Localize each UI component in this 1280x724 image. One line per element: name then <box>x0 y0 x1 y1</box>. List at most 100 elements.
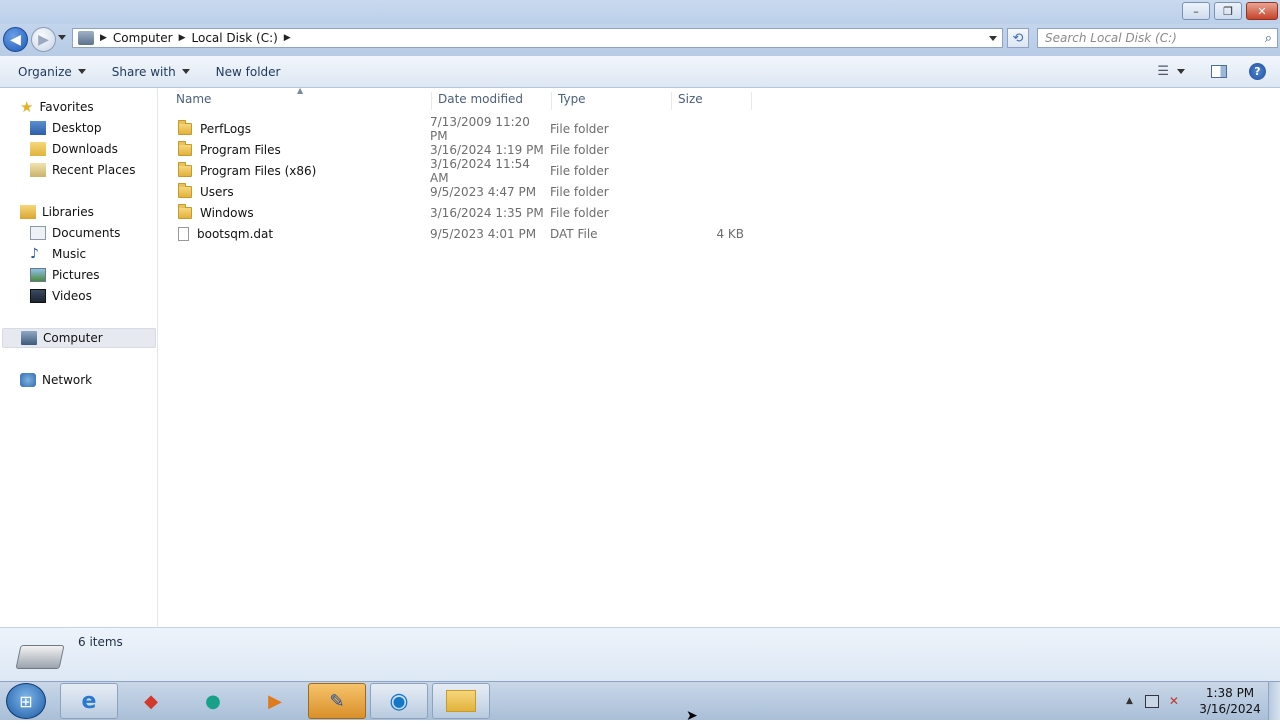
share-with-button[interactable]: Share with <box>102 65 200 79</box>
sidebar-label: Recent Places <box>52 163 136 177</box>
sidebar-item-videos[interactable]: Videos <box>30 286 92 306</box>
breadcrumb-separator-icon[interactable]: ▶ <box>179 33 186 43</box>
file-type: File folder <box>550 122 609 136</box>
sidebar-item-recent-places[interactable]: Recent Places <box>30 160 135 180</box>
help-button[interactable]: ? <box>1249 63 1266 80</box>
windows-logo-icon: ⊞ <box>19 691 33 711</box>
new-folder-button[interactable]: New folder <box>206 65 291 79</box>
taskbar-clock[interactable]: 1:38 PM 3/16/2024 <box>1196 685 1264 717</box>
file-row[interactable]: Program Files (x86) 3/16/2024 11:54 AM F… <box>170 157 755 185</box>
file-type: DAT File <box>550 227 598 241</box>
file-size: 4 KB <box>716 227 744 241</box>
file-type: File folder <box>550 164 609 178</box>
start-button[interactable]: ⊞ <box>6 683 46 719</box>
file-type: File folder <box>550 185 609 199</box>
pictures-icon <box>30 268 46 282</box>
libraries-icon <box>20 205 36 219</box>
change-view-button[interactable]: ☰ <box>1157 64 1185 79</box>
sidebar-item-documents[interactable]: Documents <box>30 223 120 243</box>
search-input[interactable] <box>1045 31 1255 45</box>
sidebar-item-network[interactable]: Network <box>20 370 92 390</box>
command-bar: Organize Share with New folder ☰ ? <box>0 56 1280 88</box>
taskbar-app-red[interactable]: ◆ <box>122 683 180 719</box>
column-header-date-modified[interactable]: Date modified <box>432 92 552 110</box>
file-row[interactable]: Users 9/5/2023 4:47 PM File folder <box>170 182 755 202</box>
taskbar-app-active[interactable]: ✎ <box>308 683 366 719</box>
edge-icon: ◉ <box>389 688 409 714</box>
taskbar-internet-explorer[interactable]: e <box>60 683 118 719</box>
file-date: 3/16/2024 1:35 PM <box>430 206 544 220</box>
item-count: 6 items <box>78 635 123 649</box>
taskbar-media-player[interactable]: ▶ <box>246 683 304 719</box>
organize-button[interactable]: Organize <box>8 65 96 79</box>
volume-muted-icon[interactable]: ✕ <box>1169 694 1179 708</box>
sidebar-item-favorites[interactable]: ★ Favorites <box>20 97 94 117</box>
refresh-button[interactable]: ⟲ <box>1007 28 1029 48</box>
file-name: Program Files <box>200 143 281 157</box>
file-name: Program Files (x86) <box>200 164 317 178</box>
search-box[interactable]: ⌕ <box>1037 28 1278 48</box>
sidebar-item-libraries[interactable]: Libraries <box>20 202 94 222</box>
back-button[interactable]: ◀ <box>3 27 28 52</box>
media-player-icon: ▶ <box>268 690 282 712</box>
sidebar-label: Pictures <box>52 268 100 282</box>
sidebar-item-desktop[interactable]: Desktop <box>30 118 102 138</box>
file-type: File folder <box>550 143 609 157</box>
mouse-cursor-icon: ➤ <box>686 708 698 724</box>
sidebar-label: Favorites <box>39 100 94 114</box>
videos-icon <box>30 289 46 303</box>
sidebar-label: Videos <box>52 289 92 303</box>
computer-icon <box>21 331 37 345</box>
sidebar-label: Music <box>52 247 87 261</box>
file-type: File folder <box>550 206 609 220</box>
recent-pages-dropdown[interactable] <box>58 35 66 40</box>
file-name: bootsqm.dat <box>197 227 274 241</box>
chart-app-icon: ✎ <box>329 690 345 712</box>
red-shield-app-icon: ◆ <box>144 690 158 712</box>
file-name: Users <box>200 185 234 199</box>
file-row[interactable]: Windows 3/16/2024 1:35 PM File folder <box>170 203 755 223</box>
taskbar-app-green[interactable]: ● <box>184 683 242 719</box>
sidebar-item-downloads[interactable]: Downloads <box>30 139 118 159</box>
folder-icon <box>178 162 192 177</box>
clock-date: 3/16/2024 <box>1199 702 1261 716</box>
show-hidden-icons-button[interactable]: ▲ <box>1126 696 1133 706</box>
chevron-down-icon <box>1177 69 1185 74</box>
network-status-icon[interactable] <box>1144 694 1159 708</box>
sidebar-item-pictures[interactable]: Pictures <box>30 265 100 285</box>
address-bar[interactable]: ▶ Computer ▶ Local Disk (C:) ▶ <box>72 28 1003 48</box>
file-row[interactable]: bootsqm.dat 9/5/2023 4:01 PM DAT File 4 … <box>170 224 755 244</box>
column-label: Name <box>176 92 212 106</box>
star-icon: ★ <box>20 98 34 116</box>
preview-pane-button[interactable] <box>1211 65 1227 78</box>
sidebar-label: Network <box>42 373 93 387</box>
file-name: PerfLogs <box>200 122 252 136</box>
column-header-type[interactable]: Type <box>552 92 672 110</box>
breadcrumb-local-disk[interactable]: Local Disk (C:) <box>186 31 284 45</box>
taskbar-edge[interactable]: ◉ <box>370 683 428 719</box>
file-row[interactable]: PerfLogs 7/13/2009 11:20 PM File folder <box>170 115 755 143</box>
sidebar-item-music[interactable]: ♪ Music <box>30 244 86 264</box>
folder-icon <box>178 183 192 198</box>
breadcrumb-separator-icon[interactable]: ▶ <box>284 33 291 43</box>
address-dropdown-button[interactable] <box>989 35 997 41</box>
minimize-button[interactable]: – <box>1182 2 1210 20</box>
sidebar-label: Downloads <box>52 142 118 156</box>
file-date: 3/16/2024 11:54 AM <box>430 157 530 185</box>
close-button[interactable]: ✕ <box>1246 2 1278 20</box>
show-desktop-button[interactable] <box>1268 682 1280 720</box>
breadcrumb-computer[interactable]: Computer <box>107 31 179 45</box>
computer-location-icon <box>78 31 94 45</box>
breadcrumb-separator-icon[interactable]: ▶ <box>100 33 107 43</box>
sidebar-item-computer[interactable]: Computer <box>2 328 156 348</box>
search-icon[interactable]: ⌕ <box>1265 31 1272 46</box>
desktop-icon <box>30 121 46 135</box>
file-icon <box>178 227 189 241</box>
taskbar-windows-explorer[interactable] <box>432 683 490 719</box>
view-list-icon: ☰ <box>1157 64 1169 79</box>
column-label: Size <box>678 92 703 106</box>
column-header-size[interactable]: Size <box>672 92 752 110</box>
forward-button[interactable]: ▶ <box>31 27 56 52</box>
recent-places-icon <box>30 163 46 177</box>
maximize-button[interactable]: ❐ <box>1214 2 1242 20</box>
